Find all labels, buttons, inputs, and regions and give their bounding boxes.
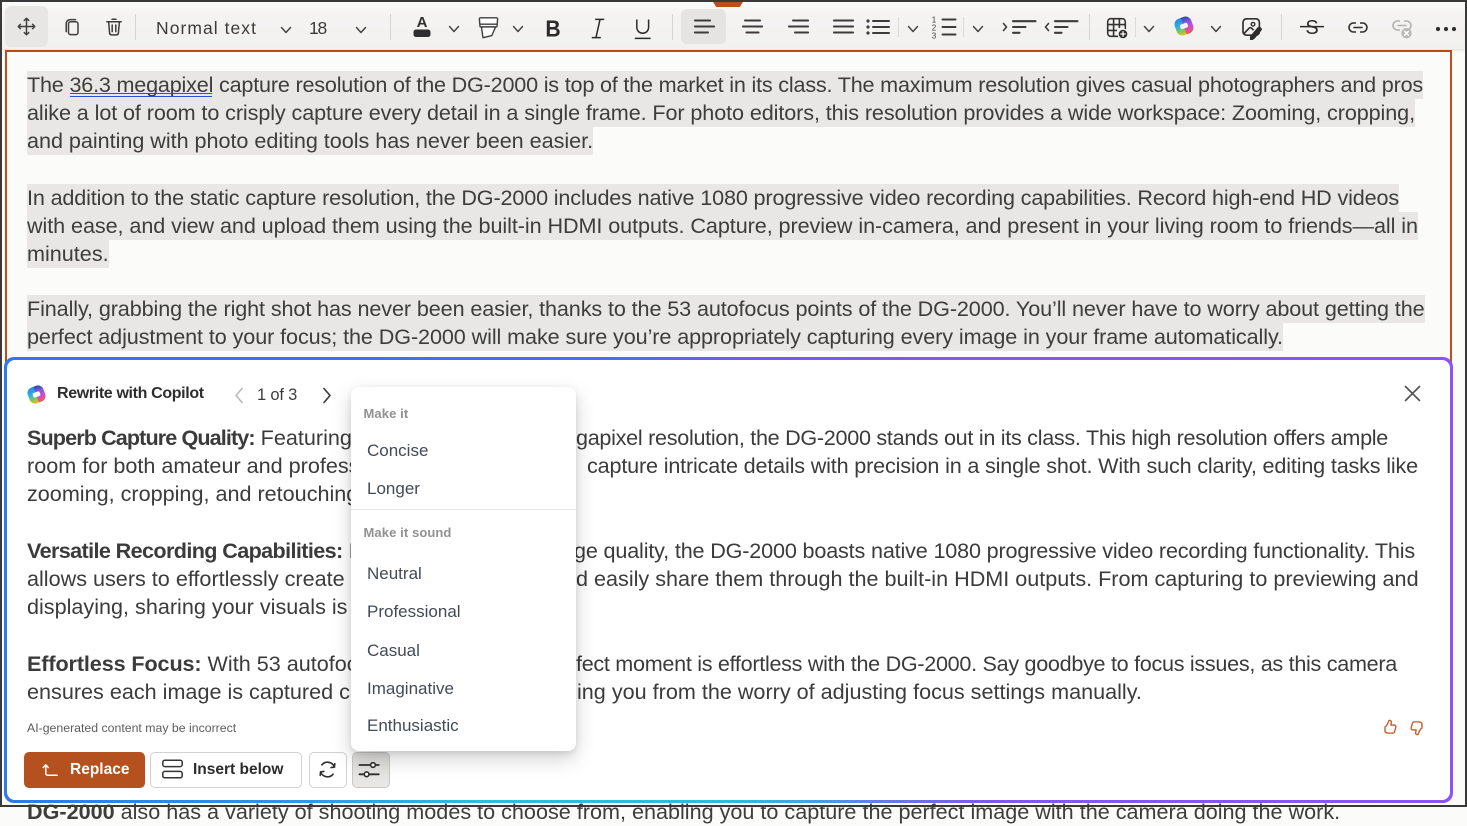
svg-text:3: 3 (932, 32, 937, 40)
svg-text:S: S (1305, 17, 1318, 38)
svg-text:B: B (545, 16, 560, 39)
svg-text:A: A (417, 14, 428, 31)
